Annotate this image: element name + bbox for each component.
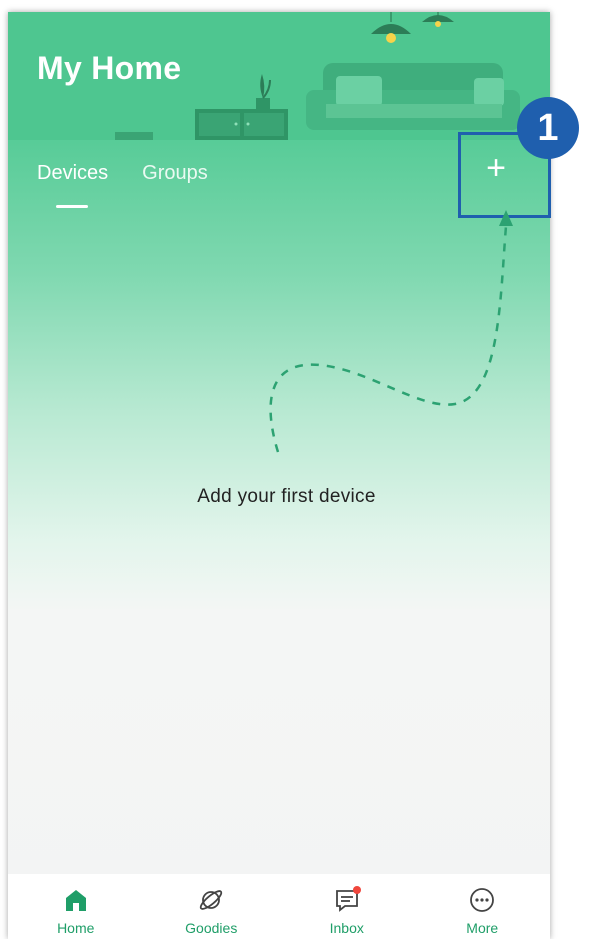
message-icon [335,886,361,912]
more-icon [470,888,495,912]
active-tab-indicator [56,205,88,208]
tabbar-label-more: More [466,920,499,936]
step-number-badge: 1 [517,97,579,159]
page-title: My Home [37,50,182,86]
tabbar-item-more[interactable]: More [415,874,551,939]
tabbar-label-inbox: Inbox [329,920,364,936]
tabbar-label-home: Home [57,920,95,936]
empty-state-message: Add your first device [197,486,376,507]
tabbar-label-goodies: Goodies [185,920,238,936]
tabbar-item-inbox[interactable]: Inbox [279,874,415,939]
bottom-tab-bar: Home Goodies Inbox More [8,874,550,939]
planet-icon [200,890,223,910]
home-icon [65,890,86,911]
header-banner: My Home [8,12,550,140]
tab-bar-top: Devices Groups [37,162,208,185]
tab-groups[interactable]: Groups [142,162,208,185]
tabbar-item-home[interactable]: Home [8,874,144,939]
tabbar-item-goodies[interactable]: Goodies [144,874,280,939]
notification-dot [352,886,361,894]
tab-devices[interactable]: Devices [37,162,108,185]
